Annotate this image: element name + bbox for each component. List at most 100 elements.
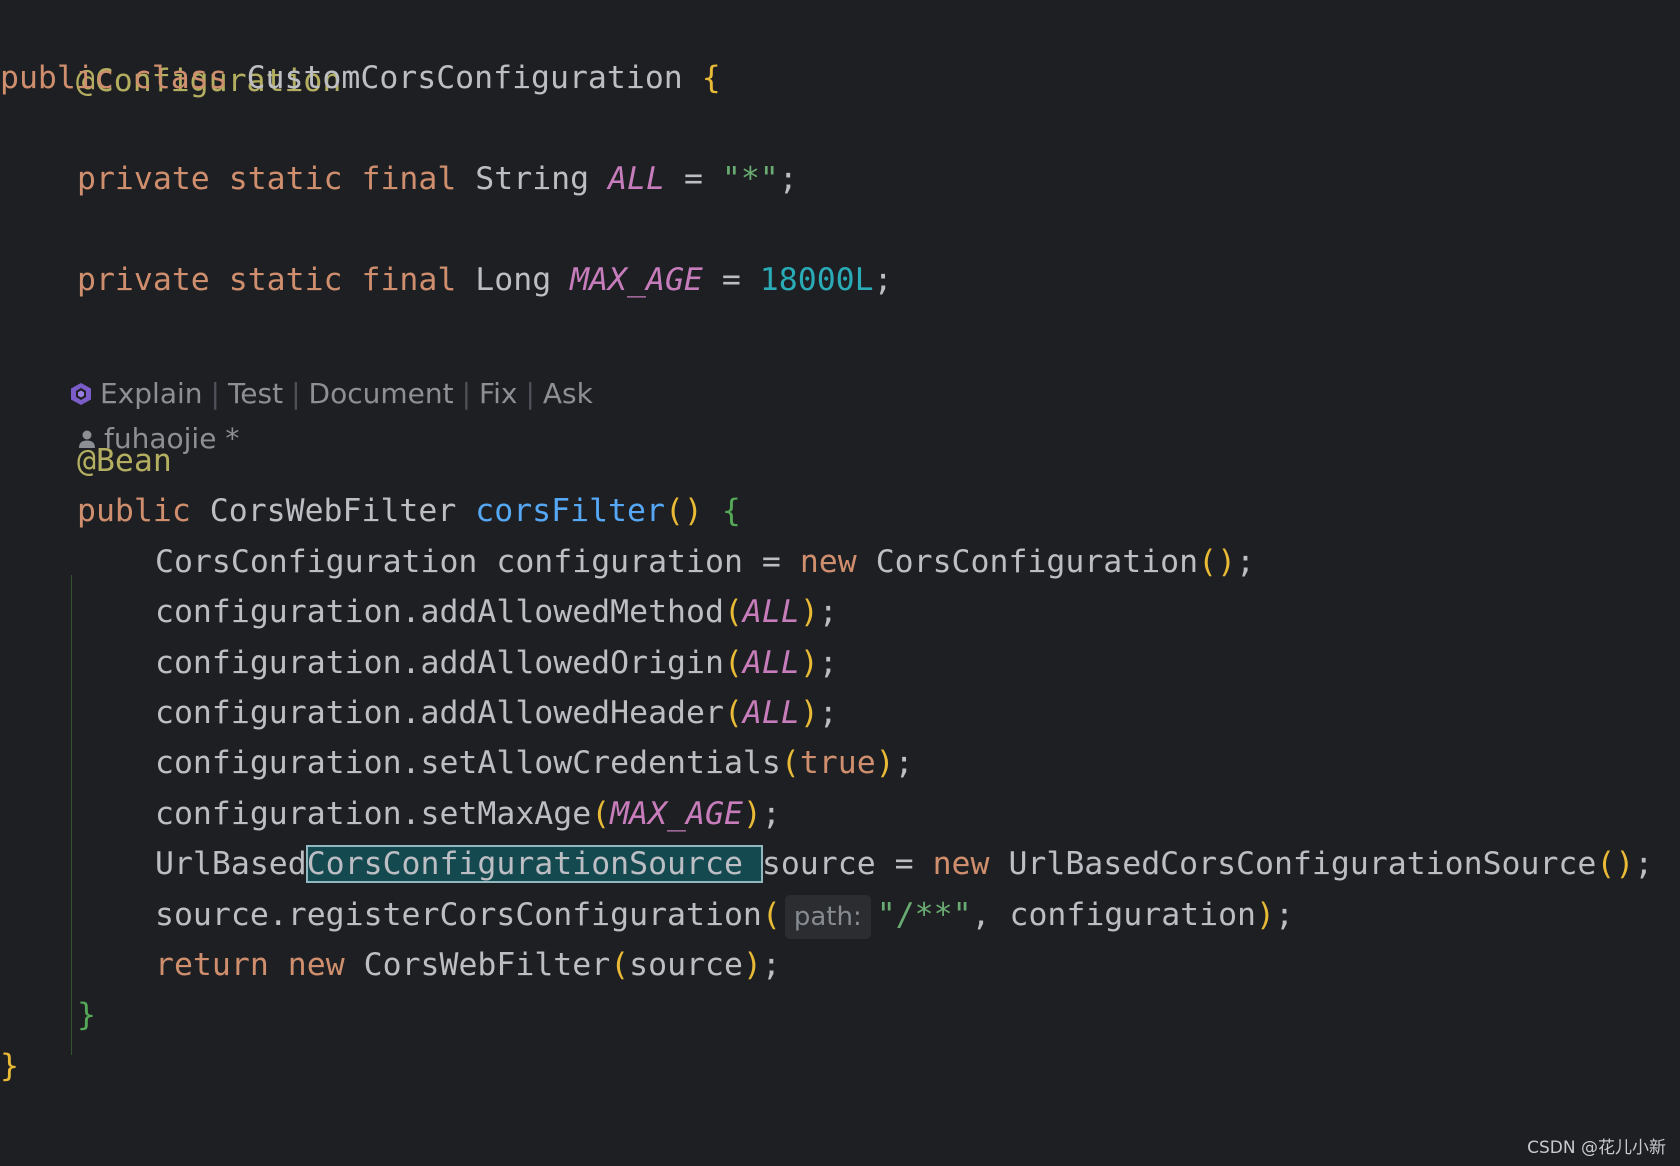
method-call: configuration.addAllowedHeader: [155, 695, 724, 731]
semicolon: ;: [1275, 897, 1294, 933]
document-action[interactable]: Document: [309, 372, 454, 416]
keyword-return: return: [155, 947, 269, 983]
constructor-name: UrlBasedCorsConfigurationSource: [1008, 846, 1597, 882]
open-paren: (: [610, 947, 630, 983]
argument-source: source: [629, 947, 743, 983]
close-paren: ): [742, 796, 762, 832]
semicolon: ;: [873, 262, 893, 298]
code-line-12[interactable]: configuration.setMaxAge(MAX_AGE);: [155, 787, 781, 841]
argument-constant: ALL: [742, 645, 800, 681]
string-literal: "/**": [876, 897, 972, 933]
code-line-9[interactable]: configuration.addAllowedOrigin(ALL);: [155, 636, 838, 690]
method-call: configuration.addAllowedOrigin: [155, 645, 724, 681]
operator-equals: =: [683, 161, 703, 197]
code-editor[interactable]: @Configuration public class CustomCorsCo…: [0, 0, 1680, 1166]
variable-configuration: configuration: [496, 544, 743, 580]
open-paren: (: [591, 796, 611, 832]
separator: |: [291, 377, 301, 410]
method-call: configuration.setAllowCredentials: [155, 745, 781, 781]
number-literal: 18000L: [759, 262, 874, 298]
watermark: CSDN @花儿小新: [1527, 1138, 1666, 1158]
close-paren: ): [742, 947, 762, 983]
selected-text[interactable]: CorsConfigurationSource: [305, 845, 763, 883]
parameter-hint: path:: [784, 895, 871, 939]
keyword-new: new: [799, 544, 857, 580]
close-paren: ): [799, 594, 819, 630]
close-paren: ): [799, 645, 819, 681]
semicolon: ;: [761, 796, 781, 832]
keyword-final: final: [361, 161, 457, 197]
semicolon: ;: [818, 645, 838, 681]
code-line-10[interactable]: configuration.addAllowedHeader(ALL);: [155, 686, 838, 740]
explain-action[interactable]: Explain: [100, 372, 203, 416]
separator: |: [210, 377, 220, 410]
keyword-static: static: [228, 262, 343, 298]
open-paren: (: [780, 745, 800, 781]
ai-assistant-icon: [70, 382, 92, 406]
comma: ,: [971, 897, 991, 933]
operator-equals: =: [761, 544, 781, 580]
open-paren: (: [723, 695, 743, 731]
semicolon: ;: [778, 161, 798, 197]
fix-action[interactable]: Fix: [479, 372, 517, 416]
constant-all: ALL: [608, 161, 665, 197]
open-paren: (: [761, 897, 781, 933]
argument-configuration: configuration: [1009, 897, 1257, 933]
type-prefix: UrlBased: [155, 846, 307, 882]
code-line-5[interactable]: @Bean: [77, 434, 172, 488]
code-line-7[interactable]: CorsConfiguration configuration = new Co…: [155, 535, 1255, 589]
code-line-14[interactable]: source.registerCorsConfiguration(path: "/…: [155, 888, 1294, 942]
code-line-1[interactable]: @Configuration: [0, 0, 342, 99]
argument-constant: ALL: [742, 695, 800, 731]
operator-equals: =: [894, 846, 914, 882]
keyword-private: private: [77, 161, 210, 197]
constructor-name: CorsConfiguration: [875, 544, 1199, 580]
type-long: Long: [475, 262, 552, 298]
keyword-public: public: [0, 60, 114, 96]
constructor-name: CorsWebFilter: [363, 947, 611, 983]
semicolon: ;: [761, 947, 781, 983]
argument-boolean: true: [799, 745, 876, 781]
method-call: configuration.addAllowedMethod: [155, 594, 724, 630]
keyword-class: class: [132, 60, 228, 96]
keyword-new: new: [287, 947, 345, 983]
annotation-bean: @Bean: [77, 443, 172, 479]
close-paren: ): [799, 695, 819, 731]
ai-actions-lens: Explain | Test | Document | Fix | Ask: [70, 372, 593, 416]
code-line-4[interactable]: private static final Long MAX_AGE = 1800…: [77, 253, 893, 307]
parens: (): [664, 493, 703, 529]
variable-source: source: [761, 846, 876, 882]
semicolon: ;: [1634, 846, 1654, 882]
method-name: corsFilter: [475, 493, 665, 529]
argument-constant: MAX_AGE: [610, 796, 743, 832]
separator: |: [525, 377, 535, 410]
string-literal: "*": [721, 161, 779, 197]
constant-max-age: MAX_AGE: [570, 262, 703, 298]
code-line-6[interactable]: public CorsWebFilter corsFilter() {: [77, 484, 741, 538]
code-line-3[interactable]: private static final String ALL = "*";: [77, 152, 798, 206]
method-call: configuration.setMaxAge: [155, 796, 592, 832]
code-line-8[interactable]: configuration.addAllowedMethod(ALL);: [155, 585, 838, 639]
code-line-15[interactable]: return new CorsWebFilter(source);: [155, 938, 781, 992]
type-string: String: [475, 161, 590, 197]
close-paren: ): [1256, 897, 1275, 933]
semicolon: ;: [894, 745, 914, 781]
test-action[interactable]: Test: [228, 372, 283, 416]
type-cors-configuration: CorsConfiguration: [155, 544, 478, 580]
code-line-2[interactable]: public class CustomCorsConfiguration {: [0, 51, 721, 105]
open-brace: {: [721, 493, 741, 529]
close-paren: ): [875, 745, 895, 781]
ask-action[interactable]: Ask: [543, 372, 593, 416]
operator-equals: =: [721, 262, 741, 298]
code-line-13[interactable]: UrlBasedCorsConfigurationSource source =…: [155, 837, 1653, 891]
code-line-11[interactable]: configuration.setAllowCredentials(true);: [155, 736, 914, 790]
code-line-17[interactable]: }: [0, 1039, 19, 1093]
keyword-new: new: [932, 846, 990, 882]
code-line-16[interactable]: }: [77, 988, 96, 1042]
keyword-private: private: [77, 262, 210, 298]
keyword-final: final: [361, 262, 457, 298]
close-brace: }: [0, 1048, 19, 1084]
keyword-static: static: [228, 161, 343, 197]
parens: (): [1198, 544, 1237, 580]
type-cors-web-filter: CorsWebFilter: [209, 493, 457, 529]
